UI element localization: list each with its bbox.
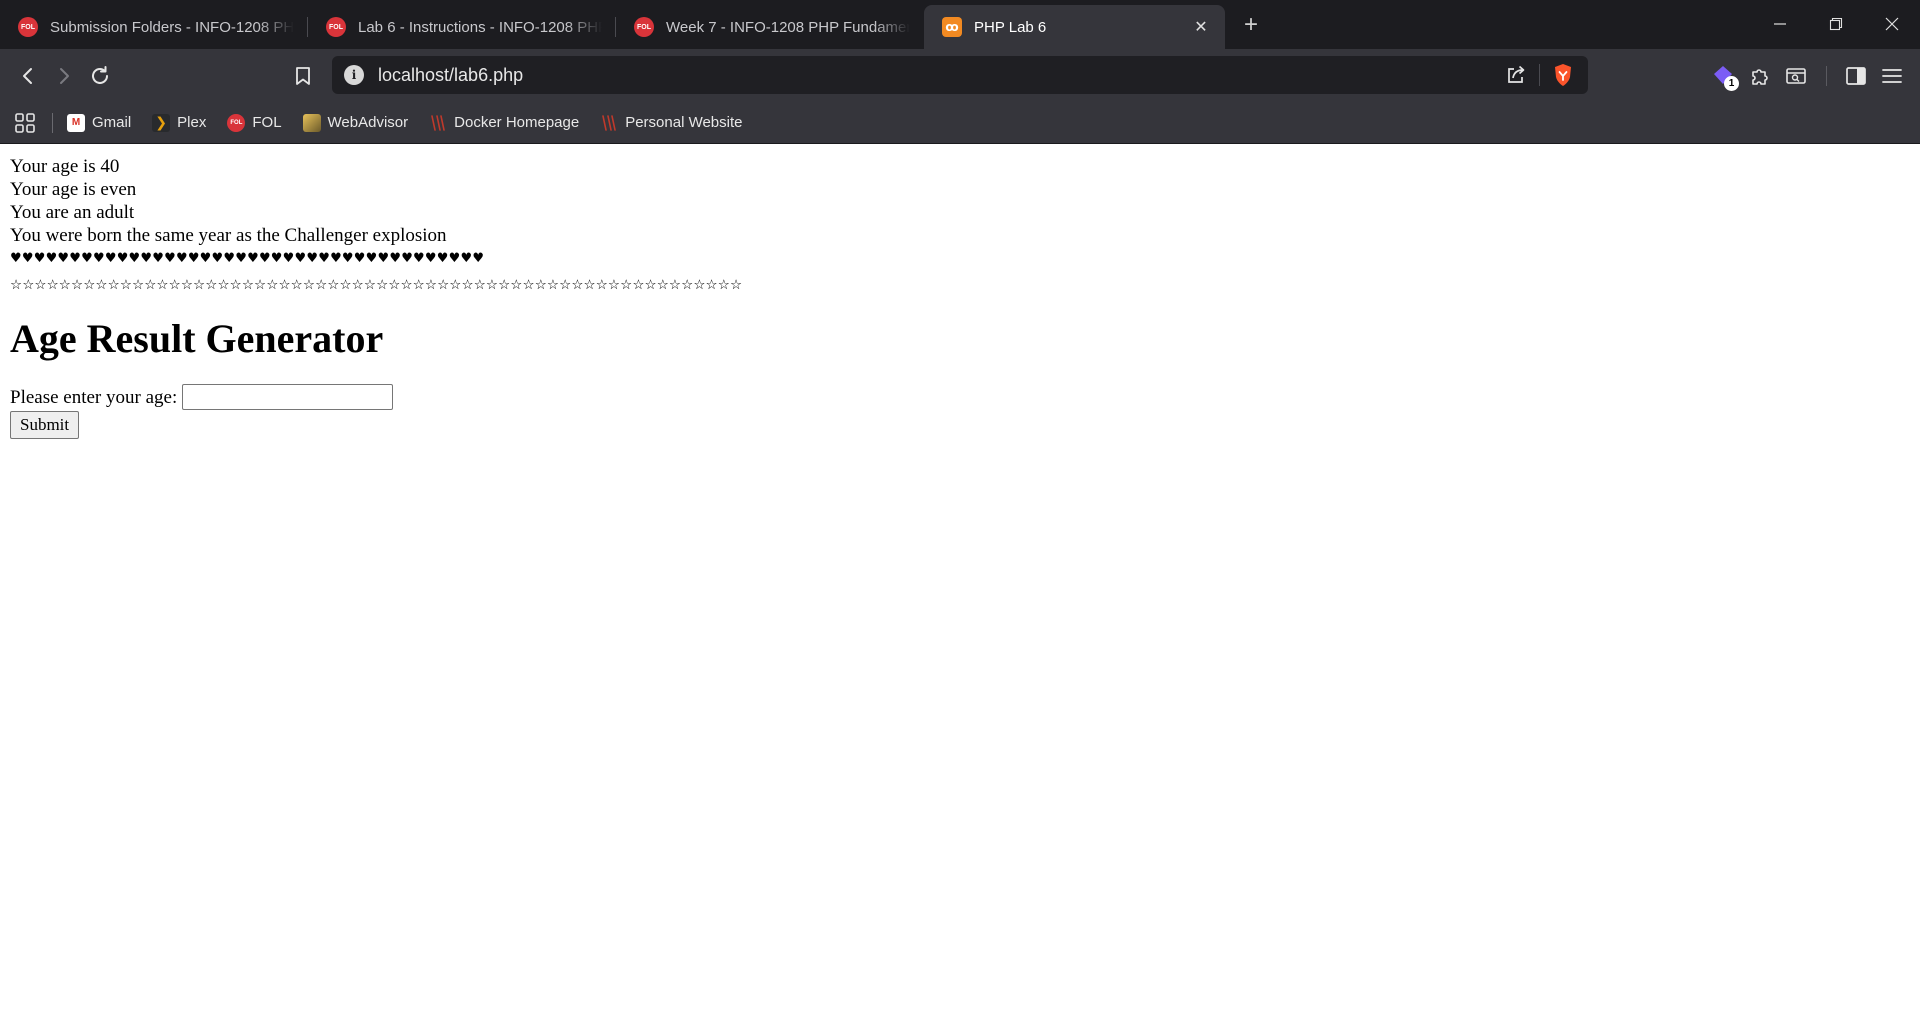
bookmark-fol[interactable]: FOL FOL <box>227 113 282 132</box>
tab-title: PHP Lab 6 <box>974 18 1047 36</box>
sidebar-button[interactable] <box>1838 58 1874 94</box>
apps-grid-icon <box>15 112 35 133</box>
url-text[interactable]: localhost/lab6.php <box>378 65 1505 86</box>
hearts-row: ♥♥♥♥♥♥♥♥♥♥♥♥♥♥♥♥♥♥♥♥♥♥♥♥♥♥♥♥♥♥♥♥♥♥♥♥♥♥♥♥ <box>10 251 485 266</box>
tab-title: Week 7 - INFO-1208 PHP Fundamentals <box>666 18 910 36</box>
xampp-icon: ꝏ <box>942 17 962 37</box>
address-bar-actions <box>1505 63 1574 87</box>
tab-php-lab6[interactable]: ꝏ PHP Lab 6 ✕ <box>924 5 1225 49</box>
forward-arrow-icon <box>60 67 69 84</box>
stars-row: ☆☆☆☆☆☆☆☆☆☆☆☆☆☆☆☆☆☆☆☆☆☆☆☆☆☆☆☆☆☆☆☆☆☆☆☆☆☆☆☆… <box>10 277 743 293</box>
reload-icon <box>92 65 108 84</box>
bookmark-label: Personal Website <box>625 114 743 131</box>
puzzle-piece-icon <box>1752 68 1768 85</box>
bookmark-docker-homepage[interactable]: Docker Homepage <box>429 114 579 132</box>
minimize-button[interactable] <box>1752 0 1808 48</box>
bookmark-label: Gmail <box>92 114 132 131</box>
main-menu-button[interactable] <box>1874 58 1910 94</box>
page-content: Your age is 40 Your age is even You are … <box>0 145 1920 1020</box>
brave-rewards-button[interactable]: 1 <box>1705 57 1741 93</box>
bookmark-label: Plex <box>177 114 207 131</box>
wallet-search-icon <box>1786 67 1806 84</box>
bookmark-page-button[interactable] <box>285 58 321 94</box>
tab-week7[interactable]: FOL Week 7 - INFO-1208 PHP Fundamentals <box>616 5 924 49</box>
brave-shields-icon[interactable] <box>1552 63 1574 87</box>
page-title: Age Result Generator <box>10 316 384 361</box>
back-button[interactable] <box>10 58 46 94</box>
tab-title: Lab 6 - Instructions - INFO-1208 PHP <box>358 18 602 36</box>
age-input[interactable] <box>182 384 394 410</box>
restore-icon <box>1829 17 1843 31</box>
forward-button[interactable] <box>46 58 82 94</box>
age-category-line: You are an adult <box>10 202 135 223</box>
bookmark-personal-website[interactable]: Personal Website <box>600 114 743 132</box>
reload-button[interactable] <box>82 58 118 94</box>
age-result-line: Your age is 40 <box>10 156 120 177</box>
gmail-icon: M <box>67 113 85 132</box>
address-bar[interactable]: i localhost/lab6.php <box>332 56 1588 94</box>
window-controls <box>1752 0 1920 48</box>
bookmark-label: WebAdvisor <box>327 114 409 131</box>
close-window-button[interactable] <box>1864 0 1920 48</box>
bookmark-webadvisor[interactable]: WebAdvisor <box>302 113 409 132</box>
bookmark-site-icon <box>602 114 617 131</box>
tab-lab6-instructions[interactable]: FOL Lab 6 - Instructions - INFO-1208 PHP <box>308 5 616 49</box>
tab-strip: FOL Submission Folders - INFO-1208 PHP F… <box>0 0 1920 49</box>
tab-submission-folders[interactable]: FOL Submission Folders - INFO-1208 PHP <box>0 5 308 49</box>
tab-title: Submission Folders - INFO-1208 PHP <box>50 18 294 36</box>
fol-icon: FOL <box>634 17 654 37</box>
extensions-button[interactable] <box>1742 58 1778 94</box>
apps-button[interactable] <box>12 110 38 136</box>
fol-icon: FOL <box>227 113 246 132</box>
reading-list-button[interactable] <box>1778 58 1814 94</box>
bookmark-gmail[interactable]: M Gmail <box>67 113 132 132</box>
fol-icon: FOL <box>326 17 346 37</box>
back-arrow-icon <box>23 67 32 84</box>
extensions-count-badge: 1 <box>1724 76 1739 91</box>
share-icon[interactable] <box>1505 64 1527 86</box>
close-icon <box>1885 17 1899 31</box>
bookmark-icon <box>296 66 310 85</box>
bookmark-label: FOL <box>252 114 282 131</box>
toolbar-divider <box>1826 66 1827 86</box>
restore-button[interactable] <box>1808 0 1864 48</box>
new-tab-button[interactable]: + <box>1231 5 1271 45</box>
bookmark-label: Docker Homepage <box>454 114 580 131</box>
bookmark-plex[interactable]: ❯ Plex <box>152 113 207 132</box>
address-bar-divider <box>1539 64 1540 86</box>
site-info-icon[interactable]: i <box>344 65 364 85</box>
minimize-icon <box>1774 23 1786 25</box>
plex-icon: ❯ <box>152 113 171 132</box>
fol-icon: FOL <box>18 17 38 37</box>
bookmarks-divider <box>52 112 53 133</box>
sidebar-icon <box>1846 66 1866 85</box>
age-parity-line: Your age is even <box>10 179 137 200</box>
bookmarks-bar: M Gmail ❯ Plex FOL FOL WebAdvisor Docker… <box>0 102 1920 144</box>
age-form-row: Please enter your age: <box>10 384 1910 410</box>
birth-year-event-line: You were born the same year as the Chall… <box>10 225 447 246</box>
hamburger-menu-icon <box>1882 68 1902 83</box>
submit-button[interactable]: Submit <box>10 411 80 439</box>
webadvisor-icon <box>302 113 321 132</box>
browser-toolbar: i localhost/lab6.php 1 <box>0 49 1920 102</box>
age-form: Please enter your age: Submit <box>10 384 1910 439</box>
bookmark-site-icon <box>431 114 445 131</box>
close-tab-icon[interactable]: ✕ <box>1191 17 1211 37</box>
age-input-label: Please enter your age: <box>10 386 178 408</box>
